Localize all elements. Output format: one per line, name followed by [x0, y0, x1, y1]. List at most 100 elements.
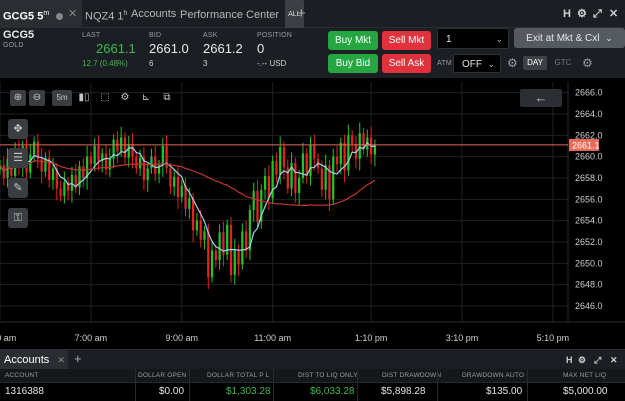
scroll-to-latest-button[interactable]: ← [520, 89, 562, 107]
x-tick-label: 5:10 pm [537, 333, 570, 343]
lock-icon[interactable]: ⚿ [8, 208, 28, 228]
exit-at-mkt-cxl-button[interactable]: Exit at Mkt & Cxl ⌄ [514, 28, 625, 48]
crosshair-icon[interactable]: ✥ [8, 119, 28, 139]
candle-body [123, 137, 127, 158]
candle-body [313, 144, 316, 159]
candle-body [199, 220, 202, 240]
candle-body [347, 135, 350, 171]
candle-body [93, 146, 96, 165]
y-tick-label: 2662.0 [575, 130, 603, 140]
candle-body [32, 141, 36, 155]
sell-mkt-button[interactable]: Sell Mkt [382, 31, 431, 50]
quantity-chevron-down-icon[interactable]: ⌄ [495, 29, 503, 50]
interval-button[interactable]: 5m [52, 90, 72, 106]
add-tab-icon[interactable]: + [297, 0, 306, 28]
bid-size: 6 [149, 59, 154, 68]
atm-select[interactable]: OFF ⌄ [453, 54, 501, 73]
atm-settings-gear-icon[interactable]: ⚙ [507, 54, 518, 73]
candle-body [169, 168, 172, 187]
candles-icon[interactable]: ▮▯ [76, 90, 92, 106]
tab-performance-center-label: Performance Center [180, 8, 280, 21]
ask-size: 3 [203, 59, 208, 68]
atm-value: OFF [462, 59, 482, 70]
atm-chevron-down-icon[interactable]: ⌄ [487, 55, 495, 74]
pencil-icon[interactable]: ✎ [8, 178, 28, 198]
list-icon[interactable]: ☰ [8, 148, 28, 168]
cell-dollar-total-pl: $1,303.28 [226, 386, 271, 397]
candle-body [165, 146, 168, 169]
col-drawdown-auto[interactable]: DRAWDOWN AUTO [462, 369, 524, 383]
zoom-out-icon[interactable]: ⊖ [29, 90, 45, 106]
tab-nqz4[interactable]: NQZ4 1h [85, 0, 127, 28]
tab-gcg5-interval-unit: m [43, 10, 50, 17]
ask-price: 2661.2 [203, 41, 243, 56]
position-pnl: -.-- USD [257, 59, 287, 68]
col-max-net-liq[interactable]: MAX NET LIQ [563, 369, 606, 383]
accounts-table-header: ACCOUNT DOLLAR OPEN DOLLAR TOTAL P L DIS… [0, 369, 625, 383]
col-dist-to-liq[interactable]: DIST TO LIQ ONLY [298, 369, 358, 383]
candle-body [188, 198, 191, 209]
chart-settings-gear-icon[interactable]: ⚙ [117, 90, 133, 106]
indicators-icon[interactable]: ⊾ [138, 90, 154, 106]
tab-gcg5-close-icon[interactable]: ✕ [68, 0, 77, 28]
candle-body [275, 160, 278, 175]
tab-performance-center[interactable]: Performance Center ALL [180, 0, 304, 30]
zoom-in-icon[interactable]: ⊕ [10, 90, 26, 106]
tif-gtc-toggle[interactable]: GTC [551, 56, 575, 70]
x-tick-label: 5:00 am [0, 333, 16, 343]
chart-panel[interactable]: 2646.0 2648.0 2650.0 2652.0 2654.0 2656.0 2658… [0, 82, 625, 348]
help-icon[interactable]: H [563, 0, 571, 28]
candle-body [214, 250, 217, 261]
atm-label: ATM [437, 60, 452, 67]
col-dist-drawdown[interactable]: DIST DRAWDOWN [382, 369, 441, 383]
tif-day-toggle[interactable]: DAY [523, 56, 547, 70]
column-divider [135, 369, 136, 401]
expand-icon[interactable]: ⤢ [593, 0, 602, 28]
sell-ask-button[interactable]: Sell Ask [382, 54, 431, 73]
candle-body [256, 190, 259, 222]
accounts-tab-close-icon[interactable]: ✕ [57, 350, 65, 370]
symbol-description: GOLD [3, 42, 24, 49]
candle-body [146, 168, 149, 181]
candle-body [138, 157, 142, 169]
selection-icon[interactable]: ⬚ [97, 90, 113, 106]
y-tick-label: 2650.0 [575, 258, 603, 268]
candle-body [51, 168, 55, 181]
tab-accounts[interactable]: Accounts [131, 0, 176, 28]
candle-body [279, 147, 282, 175]
tif-settings-gear-icon[interactable]: ⚙ [582, 54, 593, 73]
layout-icon[interactable]: ⧉ [159, 90, 175, 106]
exit-chevron-down-icon[interactable]: ⌄ [605, 33, 613, 43]
candle-body [298, 178, 301, 193]
col-dollar-open[interactable]: DOLLAR OPEN [138, 369, 186, 383]
buy-mkt-button[interactable]: Buy Mkt [328, 31, 378, 50]
table-row[interactable]: 1316388 $0.00 $1,303.28 $6,033.28 $5,898… [0, 384, 625, 401]
symbol: GCG5 [3, 29, 35, 41]
accounts-panel-tab[interactable]: Accounts ✕ [0, 350, 68, 370]
candle-body [263, 175, 267, 190]
bid-label: BID [149, 32, 162, 39]
price-chart[interactable]: 2646.0 2648.0 2650.0 2652.0 2654.0 2656.0 2658… [0, 82, 625, 348]
candle-body [120, 137, 123, 152]
x-tick-label: 9:00 am [165, 333, 198, 343]
col-dollar-total-pl[interactable]: DOLLAR TOTAL P L [207, 369, 269, 383]
candle-body [294, 163, 297, 193]
y-tick-label: 2648.0 [575, 280, 603, 290]
candle-body [82, 166, 85, 178]
quantity-value: 1 [446, 34, 452, 45]
tab-gcg5-label: GCG5 [3, 10, 35, 23]
quantity-input[interactable]: 1 ⌄ [437, 28, 509, 49]
status-dot-icon [56, 13, 64, 21]
candle-body [241, 231, 244, 265]
price-change: 12.7 (0.48%) [82, 59, 128, 68]
candle-body [207, 231, 210, 278]
close-icon[interactable]: ✕ [609, 0, 618, 28]
column-divider [273, 369, 274, 401]
settings-icon[interactable]: ⚙ [577, 0, 587, 28]
buy-bid-button[interactable]: Buy Bid [328, 54, 378, 73]
col-account[interactable]: ACCOUNT [5, 369, 39, 383]
candle-body [324, 165, 327, 190]
cell-account: 1316388 [5, 386, 44, 397]
y-tick-label: 2658.0 [575, 173, 603, 183]
last-price-label: 2661.1 [572, 140, 600, 150]
